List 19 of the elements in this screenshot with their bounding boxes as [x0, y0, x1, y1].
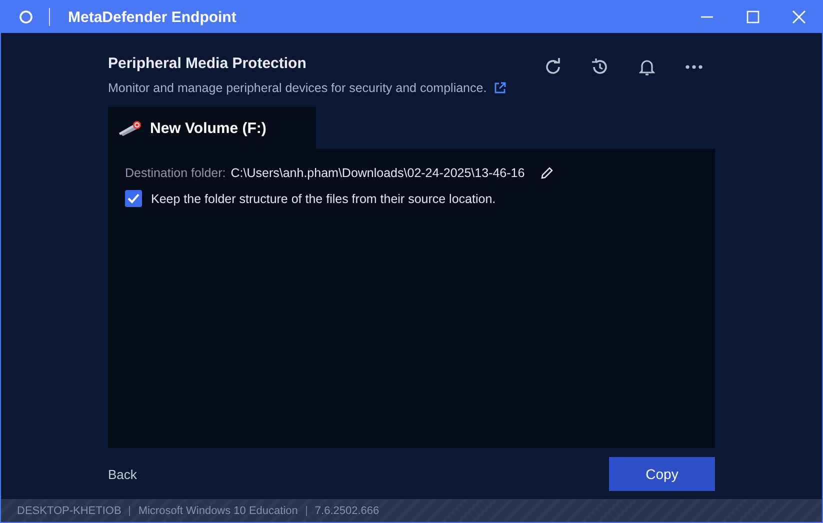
destination-path: C:\Users\anh.pham\Downloads\02-24-2025\13-46-16 [230, 166, 525, 180]
status-text: DESKTOP-KHETIOB [17, 504, 122, 516]
checkbox-label: Keep the folder structure of the files from their source location. [151, 192, 496, 206]
page-title: Peripheral Media Protection [108, 55, 308, 72]
page-subtitle: Monitor and manage peripheral devices for security and compliance. [108, 81, 487, 95]
checkbox[interactable] [125, 190, 142, 207]
copy-button[interactable]: Copy [609, 457, 715, 491]
app-logo-icon [19, 10, 33, 24]
external-link-icon[interactable] [494, 82, 506, 94]
close-icon[interactable] [792, 10, 806, 24]
window-title: MetaDefender Endpoint [68, 8, 236, 26]
device-tab[interactable]: New Volume (F:) [108, 107, 316, 149]
usb-drive-icon [118, 120, 142, 136]
destination-label: Destination folder: [125, 166, 226, 180]
status-text: Microsoft Windows 10 Education [138, 504, 298, 516]
back-button[interactable]: Back [108, 466, 137, 482]
status-text: 7.6.2502.666 [314, 504, 380, 516]
edit-pencil-icon[interactable] [540, 166, 554, 180]
maximize-icon[interactable] [746, 10, 760, 24]
